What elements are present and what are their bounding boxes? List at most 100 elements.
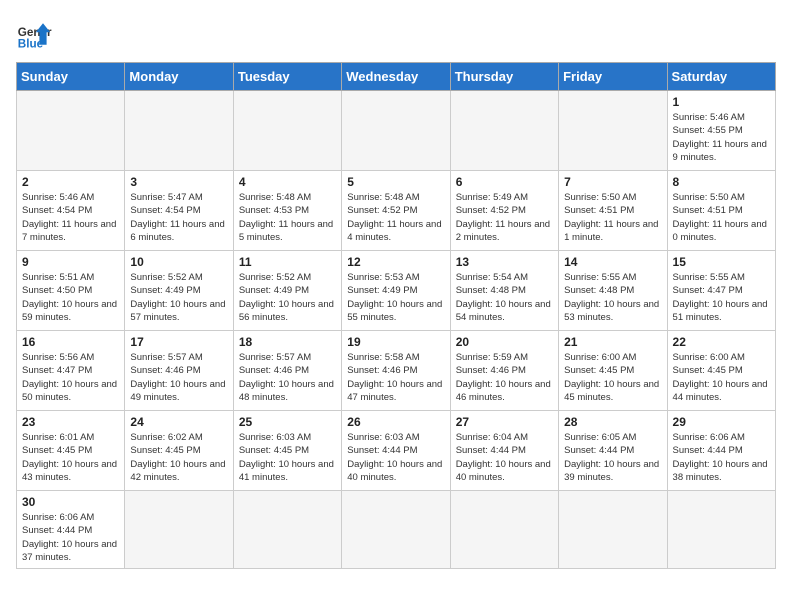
calendar-cell: 23 Sunrise: 6:01 AM Sunset: 4:45 PM Dayli…: [17, 411, 125, 491]
calendar-cell: 16 Sunrise: 5:56 AM Sunset: 4:47 PM Dayli…: [17, 331, 125, 411]
day-info: Sunrise: 6:01 AM Sunset: 4:45 PM Dayligh…: [22, 431, 119, 484]
day-info: Sunrise: 5:52 AM Sunset: 4:49 PM Dayligh…: [130, 271, 227, 324]
day-info: Sunrise: 6:02 AM Sunset: 4:45 PM Dayligh…: [130, 431, 227, 484]
day-number: 16: [22, 335, 119, 349]
calendar-cell: 6 Sunrise: 5:49 AM Sunset: 4:52 PM Daylig…: [450, 171, 558, 251]
calendar-cell: 5 Sunrise: 5:48 AM Sunset: 4:52 PM Daylig…: [342, 171, 450, 251]
calendar-cell: 9 Sunrise: 5:51 AM Sunset: 4:50 PM Daylig…: [17, 251, 125, 331]
calendar-cell: 19 Sunrise: 5:58 AM Sunset: 4:46 PM Dayli…: [342, 331, 450, 411]
calendar-cell: [559, 491, 667, 569]
day-number: 21: [564, 335, 661, 349]
calendar-cell: 29 Sunrise: 6:06 AM Sunset: 4:44 PM Dayli…: [667, 411, 775, 491]
day-number: 15: [673, 255, 770, 269]
day-info: Sunrise: 5:51 AM Sunset: 4:50 PM Dayligh…: [22, 271, 119, 324]
day-info: Sunrise: 5:59 AM Sunset: 4:46 PM Dayligh…: [456, 351, 553, 404]
col-header-saturday: Saturday: [667, 63, 775, 91]
day-number: 24: [130, 415, 227, 429]
day-number: 4: [239, 175, 336, 189]
calendar-cell: 26 Sunrise: 6:03 AM Sunset: 4:44 PM Dayli…: [342, 411, 450, 491]
col-header-sunday: Sunday: [17, 63, 125, 91]
day-number: 19: [347, 335, 444, 349]
day-info: Sunrise: 6:04 AM Sunset: 4:44 PM Dayligh…: [456, 431, 553, 484]
day-info: Sunrise: 5:49 AM Sunset: 4:52 PM Dayligh…: [456, 191, 553, 244]
day-info: Sunrise: 5:46 AM Sunset: 4:55 PM Dayligh…: [673, 111, 770, 164]
day-info: Sunrise: 5:55 AM Sunset: 4:47 PM Dayligh…: [673, 271, 770, 324]
calendar-cell: [342, 491, 450, 569]
day-info: Sunrise: 5:50 AM Sunset: 4:51 PM Dayligh…: [564, 191, 661, 244]
day-number: 18: [239, 335, 336, 349]
col-header-wednesday: Wednesday: [342, 63, 450, 91]
col-header-friday: Friday: [559, 63, 667, 91]
day-number: 20: [456, 335, 553, 349]
calendar-cell: 8Sunrise: 5:50 AM Sunset: 4:51 PM Daylig…: [667, 171, 775, 251]
day-number: 14: [564, 255, 661, 269]
day-number: 17: [130, 335, 227, 349]
calendar-cell: 30 Sunrise: 6:06 AM Sunset: 4:44 PM Dayli…: [17, 491, 125, 569]
calendar-cell: 10 Sunrise: 5:52 AM Sunset: 4:49 PM Dayli…: [125, 251, 233, 331]
day-number: 11: [239, 255, 336, 269]
calendar-cell: 2 Sunrise: 5:46 AM Sunset: 4:54 PM Daylig…: [17, 171, 125, 251]
calendar-cell: 20 Sunrise: 5:59 AM Sunset: 4:46 PM Dayli…: [450, 331, 558, 411]
day-number: 22: [673, 335, 770, 349]
calendar-cell: 11 Sunrise: 5:52 AM Sunset: 4:49 PM Dayli…: [233, 251, 341, 331]
day-info: Sunrise: 6:03 AM Sunset: 4:45 PM Dayligh…: [239, 431, 336, 484]
calendar-cell: [667, 491, 775, 569]
day-info: Sunrise: 5:48 AM Sunset: 4:52 PM Dayligh…: [347, 191, 444, 244]
day-number: 29: [673, 415, 770, 429]
day-number: 10: [130, 255, 227, 269]
day-number: 30: [22, 495, 119, 509]
day-number: 25: [239, 415, 336, 429]
calendar-cell: 25 Sunrise: 6:03 AM Sunset: 4:45 PM Dayli…: [233, 411, 341, 491]
day-info: Sunrise: 6:03 AM Sunset: 4:44 PM Dayligh…: [347, 431, 444, 484]
calendar-cell: 14 Sunrise: 5:55 AM Sunset: 4:48 PM Dayli…: [559, 251, 667, 331]
calendar-cell: 4 Sunrise: 5:48 AM Sunset: 4:53 PM Daylig…: [233, 171, 341, 251]
calendar-table: SundayMondayTuesdayWednesdayThursdayFrid…: [16, 62, 776, 569]
day-number: 13: [456, 255, 553, 269]
day-info: Sunrise: 5:50 AM Sunset: 4:51 PM Dayligh…: [673, 191, 770, 244]
day-number: 1: [673, 95, 770, 109]
calendar-cell: 15 Sunrise: 5:55 AM Sunset: 4:47 PM Dayli…: [667, 251, 775, 331]
day-number: 27: [456, 415, 553, 429]
day-info: Sunrise: 6:00 AM Sunset: 4:45 PM Dayligh…: [564, 351, 661, 404]
logo-icon: General Blue: [16, 16, 52, 52]
calendar-cell: 13 Sunrise: 5:54 AM Sunset: 4:48 PM Dayli…: [450, 251, 558, 331]
day-number: 23: [22, 415, 119, 429]
day-info: Sunrise: 6:06 AM Sunset: 4:44 PM Dayligh…: [673, 431, 770, 484]
day-number: 5: [347, 175, 444, 189]
day-number: 9: [22, 255, 119, 269]
day-info: Sunrise: 5:53 AM Sunset: 4:49 PM Dayligh…: [347, 271, 444, 324]
col-header-monday: Monday: [125, 63, 233, 91]
calendar-cell: [233, 491, 341, 569]
day-info: Sunrise: 5:46 AM Sunset: 4:54 PM Dayligh…: [22, 191, 119, 244]
logo: General Blue: [16, 16, 52, 52]
calendar-cell: 3 Sunrise: 5:47 AM Sunset: 4:54 PM Daylig…: [125, 171, 233, 251]
calendar-cell: 17Sunrise: 5:57 AM Sunset: 4:46 PM Dayli…: [125, 331, 233, 411]
day-info: Sunrise: 5:58 AM Sunset: 4:46 PM Dayligh…: [347, 351, 444, 404]
day-info: Sunrise: 5:56 AM Sunset: 4:47 PM Dayligh…: [22, 351, 119, 404]
calendar-cell: 22Sunrise: 6:00 AM Sunset: 4:45 PM Dayli…: [667, 331, 775, 411]
calendar-cell: 27 Sunrise: 6:04 AM Sunset: 4:44 PM Dayli…: [450, 411, 558, 491]
day-info: Sunrise: 5:57 AM Sunset: 4:46 PM Dayligh…: [239, 351, 336, 404]
calendar-cell: [125, 491, 233, 569]
day-info: Sunrise: 6:06 AM Sunset: 4:44 PM Dayligh…: [22, 511, 119, 564]
calendar-cell: 21 Sunrise: 6:00 AM Sunset: 4:45 PM Dayli…: [559, 331, 667, 411]
day-number: 28: [564, 415, 661, 429]
day-info: Sunrise: 5:52 AM Sunset: 4:49 PM Dayligh…: [239, 271, 336, 324]
calendar-cell: [450, 91, 558, 171]
day-info: Sunrise: 5:48 AM Sunset: 4:53 PM Dayligh…: [239, 191, 336, 244]
day-info: Sunrise: 6:05 AM Sunset: 4:44 PM Dayligh…: [564, 431, 661, 484]
day-number: 26: [347, 415, 444, 429]
col-header-thursday: Thursday: [450, 63, 558, 91]
day-info: Sunrise: 5:55 AM Sunset: 4:48 PM Dayligh…: [564, 271, 661, 324]
day-info: Sunrise: 5:47 AM Sunset: 4:54 PM Dayligh…: [130, 191, 227, 244]
day-number: 3: [130, 175, 227, 189]
calendar-cell: 1 Sunrise: 5:46 AM Sunset: 4:55 PM Daylig…: [667, 91, 775, 171]
calendar-cell: 28 Sunrise: 6:05 AM Sunset: 4:44 PM Dayli…: [559, 411, 667, 491]
header: General Blue: [16, 16, 776, 52]
day-number: 2: [22, 175, 119, 189]
calendar-cell: [233, 91, 341, 171]
calendar-cell: [125, 91, 233, 171]
day-number: 12: [347, 255, 444, 269]
day-info: Sunrise: 5:54 AM Sunset: 4:48 PM Dayligh…: [456, 271, 553, 324]
day-number: 6: [456, 175, 553, 189]
